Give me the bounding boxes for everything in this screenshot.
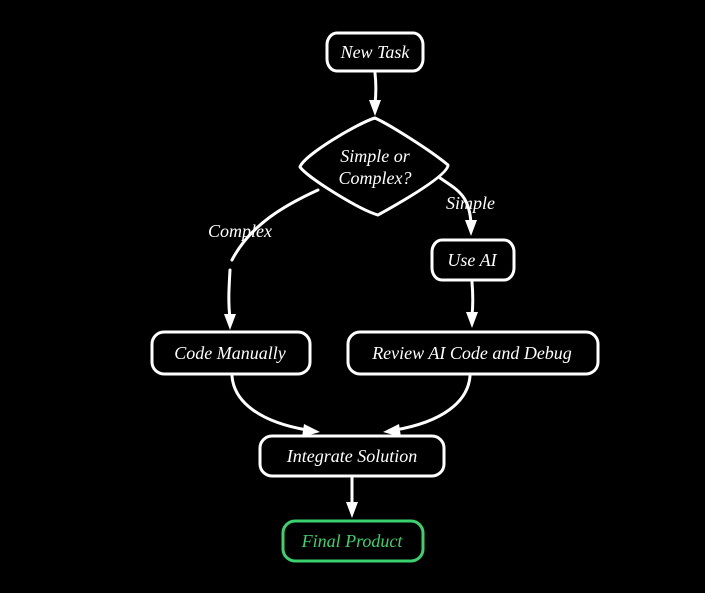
node-integrate-label: Integrate Solution <box>286 446 417 466</box>
edge-useai-to-review <box>466 282 478 328</box>
edge-manual-to-integrate <box>232 376 320 437</box>
node-use-ai-label: Use AI <box>447 250 497 270</box>
edge-complex-label: Complex <box>208 221 272 241</box>
node-final-product: Final Product <box>283 521 423 561</box>
node-use-ai: Use AI <box>432 240 514 280</box>
edge-newtask-to-decision <box>369 73 381 116</box>
node-decision: Simple or Complex? <box>300 118 448 215</box>
node-code-manually-label: Code Manually <box>174 343 285 363</box>
flowchart-canvas: New Task Simple or Complex? Simple Use A… <box>0 0 705 593</box>
node-decision-line1: Simple or <box>340 146 410 166</box>
node-code-manually: Code Manually <box>152 332 310 374</box>
edge-decision-complex: Complex <box>208 190 318 330</box>
node-new-task-label: New Task <box>340 42 411 62</box>
edge-integrate-to-final <box>346 478 358 518</box>
node-decision-line2: Complex? <box>339 168 412 188</box>
edge-decision-simple: Simple <box>440 178 495 236</box>
edge-simple-label: Simple <box>446 193 495 213</box>
node-review-label: Review AI Code and Debug <box>371 343 572 363</box>
edge-review-to-integrate <box>383 376 470 437</box>
node-final-product-label: Final Product <box>301 531 404 551</box>
node-integrate: Integrate Solution <box>260 436 444 476</box>
node-new-task: New Task <box>327 33 423 71</box>
node-review: Review AI Code and Debug <box>348 332 598 374</box>
